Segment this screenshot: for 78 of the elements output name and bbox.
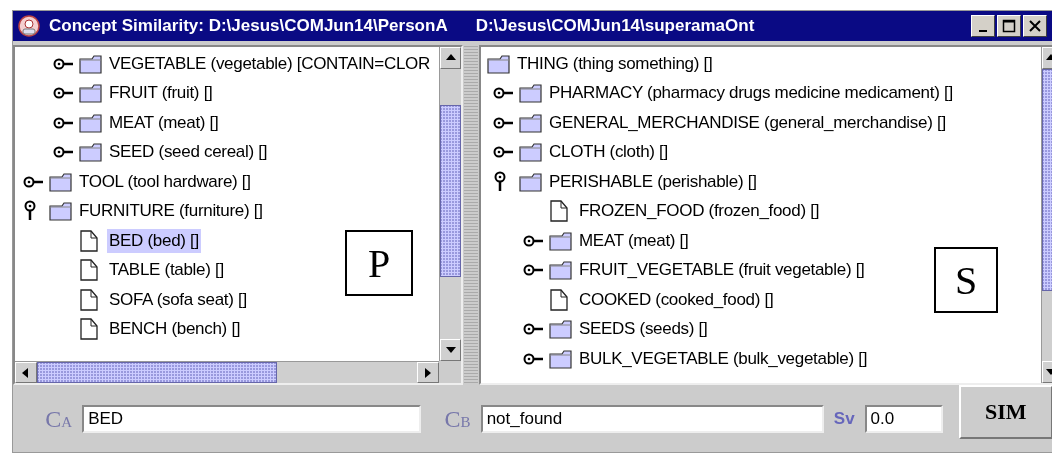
folder-icon <box>79 142 103 163</box>
folder-icon <box>487 53 511 74</box>
field-label: Sv <box>833 409 855 429</box>
folder-icon <box>79 53 103 74</box>
tree-item[interactable]: FRUIT (fruit) [] <box>107 81 215 106</box>
file-icon <box>549 200 569 223</box>
collapsed-handle-icon[interactable] <box>493 86 515 101</box>
folder-icon <box>79 83 103 104</box>
input-field[interactable]: not_found <box>480 405 824 433</box>
tree-item[interactable]: MEAT (meat) [] <box>577 228 691 253</box>
tree-item[interactable]: TOOL (tool hardware) [] <box>77 169 253 194</box>
file-icon <box>79 229 99 252</box>
collapsed-handle-icon[interactable] <box>493 115 515 130</box>
collapsed-handle-icon[interactable] <box>523 322 545 337</box>
tree-item[interactable]: GENERAL_MERCHANDISE (general_merchandise) [] <box>547 110 948 135</box>
collapsed-handle-icon[interactable] <box>53 86 75 101</box>
folder-icon <box>519 83 543 104</box>
tree-item[interactable]: VEGETABLE (vegetable) [CONTAIN=CLOR <box>107 51 432 76</box>
tree-item[interactable]: TABLE (table) [] <box>107 258 226 283</box>
file-icon <box>79 259 99 282</box>
tree-item[interactable]: FRUIT_VEGETABLE (fruit vegetable) [] <box>577 258 867 283</box>
collapsed-handle-icon[interactable] <box>53 56 75 71</box>
folder-icon <box>519 112 543 133</box>
file-icon <box>549 288 569 311</box>
scroll-up-button[interactable] <box>440 47 461 69</box>
window-title: D:\Jesus\COMJun14\superamaOnt <box>475 16 755 36</box>
collapsed-handle-icon[interactable] <box>523 233 545 248</box>
folder-icon <box>549 230 573 251</box>
scroll-left-button[interactable] <box>15 362 37 383</box>
folder-icon <box>549 348 573 369</box>
folder-icon <box>49 171 73 192</box>
tree-item[interactable]: MEAT (meat) [] <box>107 110 221 135</box>
folder-icon <box>49 201 73 222</box>
tree-item[interactable]: THING (thing something) [] <box>515 51 715 76</box>
window-title: Concept Similarity: D:\Jesus\COMJun14\PersonA <box>49 16 448 36</box>
scrollbar-thumb[interactable] <box>37 362 277 383</box>
folder-icon <box>519 171 543 192</box>
scroll-down-button[interactable] <box>440 339 461 361</box>
sim-button[interactable]: SIM <box>958 385 1052 439</box>
scrollbar-thumb[interactable] <box>440 105 461 277</box>
input-field[interactable]: 0.0 <box>864 405 943 433</box>
tree-item[interactable]: FROZEN_FOOD (frozen_food) [] <box>577 199 822 224</box>
collapsed-handle-icon[interactable] <box>53 145 75 160</box>
file-icon <box>79 318 99 341</box>
app-icon <box>17 14 41 38</box>
input-field[interactable]: BED <box>82 405 422 433</box>
tree-item[interactable]: SEEDS (seeds) [] <box>577 317 710 342</box>
minimize-icon <box>979 30 987 32</box>
tree-item[interactable]: COOKED (cooked_food) [] <box>577 287 776 312</box>
collapsed-handle-icon[interactable] <box>523 351 545 366</box>
tree-item[interactable]: CLOTH (cloth) [] <box>547 140 670 165</box>
maximize-icon <box>1002 19 1016 33</box>
folder-icon <box>549 260 573 281</box>
collapsed-handle-icon[interactable] <box>53 115 75 130</box>
tree-item[interactable]: PHARMACY (pharmacy drugs medicine medicament) [] <box>547 81 955 106</box>
scroll-right-button[interactable] <box>417 362 439 383</box>
tree-item[interactable]: BED (bed) [] <box>107 228 201 253</box>
tree-item[interactable]: PERISHABLE (perishable) [] <box>547 169 759 194</box>
expanded-handle-icon[interactable] <box>493 170 507 193</box>
collapsed-handle-icon[interactable] <box>23 174 45 189</box>
tree-item[interactable]: BENCH (bench) [] <box>107 317 243 342</box>
tree-item[interactable]: BULK_VEGETABLE (bulk_vegetable) [] <box>577 346 870 371</box>
folder-icon <box>79 112 103 133</box>
maximize-button[interactable] <box>997 15 1021 37</box>
expanded-handle-icon[interactable] <box>23 200 37 223</box>
tree-item[interactable]: SEED (seed cereal) [] <box>107 140 270 165</box>
close-button[interactable] <box>1023 15 1047 37</box>
overlay-letter: S <box>934 247 998 313</box>
folder-icon <box>549 319 573 340</box>
collapsed-handle-icon[interactable] <box>493 145 515 160</box>
file-icon <box>79 288 99 311</box>
collapsed-handle-icon[interactable] <box>523 263 545 278</box>
minimize-button[interactable] <box>971 15 995 37</box>
close-icon <box>1028 19 1042 33</box>
tree-item[interactable]: SOFA (sofa seat) [] <box>107 287 249 312</box>
tree-item[interactable]: FURNITURE (furniture) [] <box>77 199 265 224</box>
overlay-letter: P <box>345 230 413 296</box>
folder-icon <box>519 142 543 163</box>
